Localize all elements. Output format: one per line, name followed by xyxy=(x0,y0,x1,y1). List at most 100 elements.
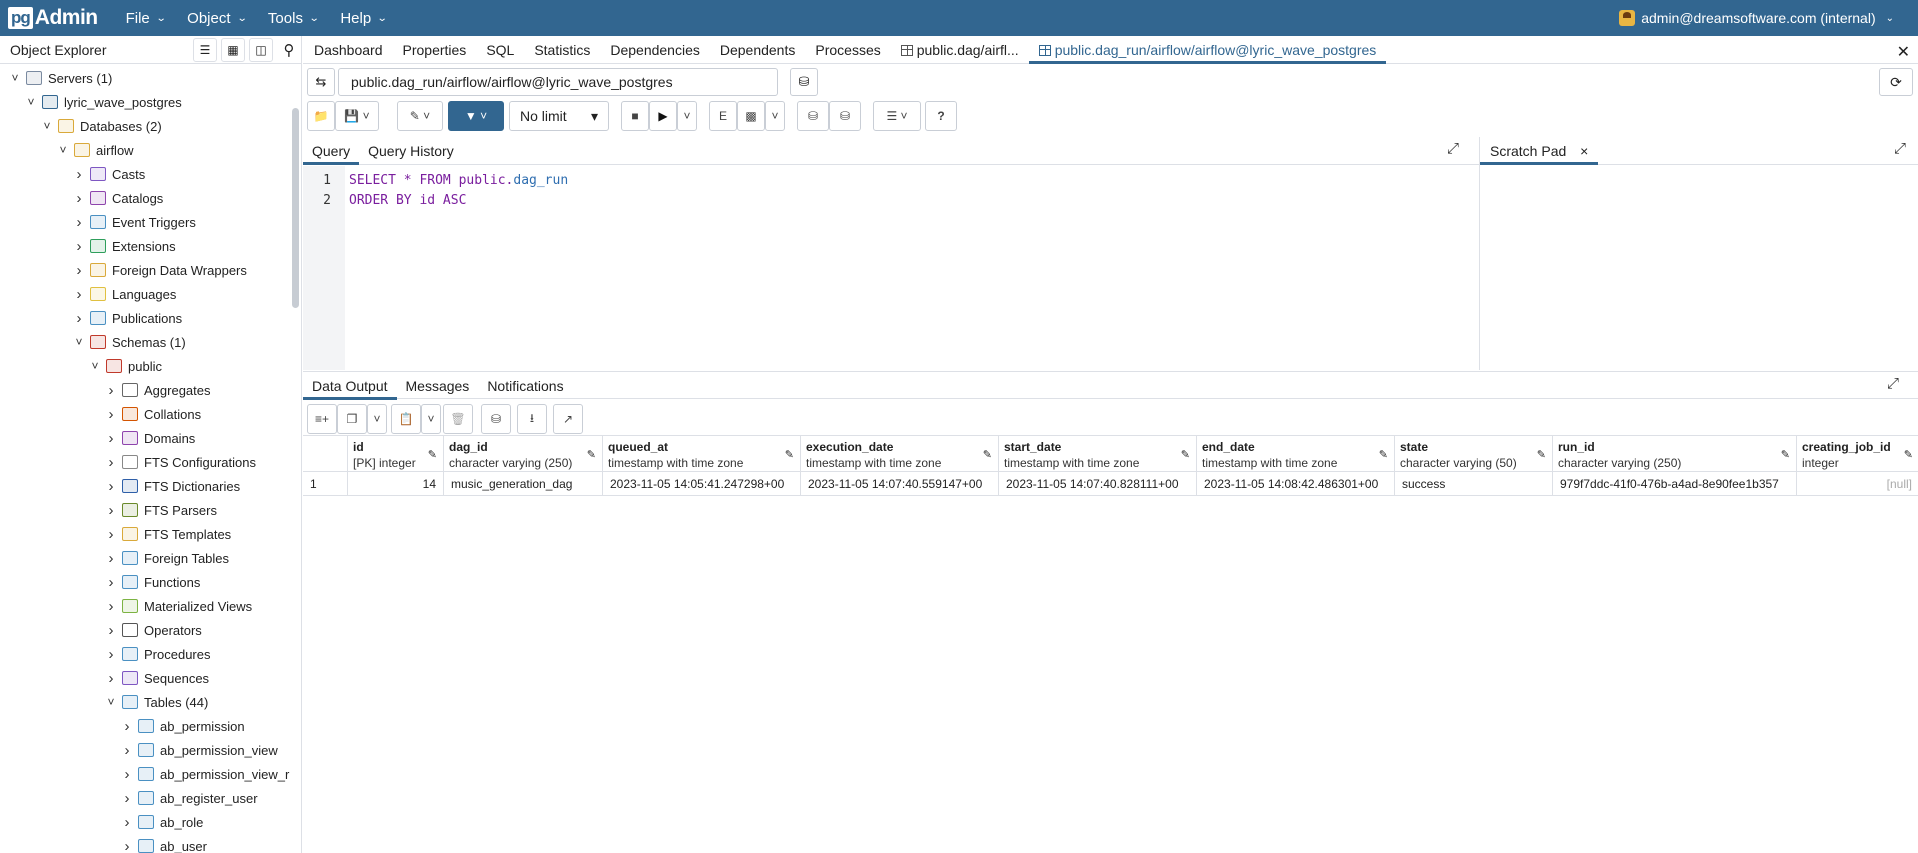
refresh-icon[interactable]: ⟳ xyxy=(1879,68,1913,96)
column-header-end_date[interactable]: end_date timestamp with time zone ✎ xyxy=(1197,435,1395,472)
tree-item[interactable]: › Catalogs xyxy=(72,186,164,210)
chevron-right-icon[interactable]: › xyxy=(120,838,134,853)
paste-options-icon[interactable]: ˅ xyxy=(421,404,441,434)
explain-options-icon[interactable]: ˅ xyxy=(765,101,785,131)
cell-run_id[interactable]: 979f7ddc-41f0-476b-a4ad-8e90fee1b357 xyxy=(1553,472,1797,496)
tree-item[interactable]: › FTS Templates xyxy=(104,522,232,546)
chevron-down-icon[interactable]: ˅ xyxy=(24,95,38,109)
cell-id[interactable]: 14 xyxy=(348,472,444,496)
chevron-right-icon[interactable]: › xyxy=(120,766,134,783)
chevron-right-icon[interactable]: › xyxy=(120,718,134,735)
tree-item[interactable]: › ab_user xyxy=(120,834,207,853)
tree-item[interactable]: › Functions xyxy=(104,570,201,594)
expand-editor-icon[interactable]: ⤢ xyxy=(1447,140,1459,157)
chevron-right-icon[interactable]: › xyxy=(72,262,86,279)
sidebar-scrollbar[interactable] xyxy=(292,108,299,308)
paste-icon[interactable]: 📋 xyxy=(391,404,421,434)
chevron-right-icon[interactable]: › xyxy=(120,814,134,831)
cell-creating_job_id[interactable]: [null] xyxy=(1797,472,1918,496)
tree-item[interactable]: ˅ airflow xyxy=(56,138,133,162)
tree-item[interactable]: › ab_role xyxy=(120,810,204,834)
chevron-right-icon[interactable]: › xyxy=(104,550,118,567)
commit-icon[interactable]: ⛁ xyxy=(797,101,829,131)
tab-dag-view[interactable]: public.dag/airfl... xyxy=(891,36,1029,64)
chevron-right-icon[interactable]: › xyxy=(72,310,86,327)
chevron-right-icon[interactable]: › xyxy=(104,646,118,663)
chevron-right-icon[interactable]: › xyxy=(104,622,118,639)
row-number[interactable]: 1 xyxy=(303,472,348,496)
chevron-right-icon[interactable]: › xyxy=(104,526,118,543)
chevron-right-icon[interactable]: › xyxy=(72,166,86,183)
close-tab-icon[interactable]: ✕ xyxy=(1897,42,1910,62)
graph-icon[interactable]: ↗ xyxy=(553,404,583,434)
help-icon[interactable]: ? xyxy=(925,101,957,131)
stop-icon[interactable]: ■ xyxy=(621,101,649,131)
save-data-icon[interactable]: ⛁ xyxy=(481,404,511,434)
chevron-right-icon[interactable]: › xyxy=(104,382,118,399)
column-header-queued_at[interactable]: queued_at timestamp with time zone ✎ xyxy=(603,435,801,472)
user-menu[interactable]: admin@dreamsoftware.com (internal) ⌄ xyxy=(1619,0,1894,36)
menu-file[interactable]: File ⌄ xyxy=(126,10,167,27)
view-data-icon[interactable]: ▦ xyxy=(221,37,245,62)
add-row-icon[interactable]: ≡+ xyxy=(307,404,337,434)
column-header-creating_job_id[interactable]: creating_job_id integer ✎ xyxy=(1797,435,1918,472)
tree-item[interactable]: ˅ Tables (44) xyxy=(104,690,208,714)
cell-execution_date[interactable]: 2023-11-05 14:07:40.559147+00 xyxy=(801,472,999,496)
chevron-down-icon[interactable]: ˅ xyxy=(104,695,118,709)
pencil-icon[interactable]: ✎ xyxy=(1181,448,1190,461)
tree-item[interactable]: ˅ Databases (2) xyxy=(40,114,161,138)
chevron-right-icon[interactable]: › xyxy=(104,406,118,423)
query-tool-icon[interactable]: ☰ xyxy=(193,37,217,62)
tree-item[interactable]: › FTS Configurations xyxy=(104,450,257,474)
menu-help[interactable]: Help ⌄ xyxy=(340,10,388,27)
sql-editor[interactable]: 1 2 SELECT * FROM public.dag_run ORDER B… xyxy=(303,166,1479,370)
tree-item[interactable]: › ab_permission_view xyxy=(120,738,278,762)
copy-icon[interactable]: ❐ xyxy=(337,404,367,434)
cell-queued_at[interactable]: 2023-11-05 14:05:41.247298+00 xyxy=(603,472,801,496)
chevron-down-icon[interactable]: ˅ xyxy=(8,71,22,85)
pencil-icon[interactable]: ✎ xyxy=(1904,448,1913,461)
tree-item[interactable]: › Foreign Tables xyxy=(104,546,230,570)
tab-dependencies[interactable]: Dependencies xyxy=(600,36,710,64)
tree-item[interactable]: › Publications xyxy=(72,306,183,330)
chevron-right-icon[interactable]: › xyxy=(104,454,118,471)
chevron-down-icon[interactable]: ˅ xyxy=(88,359,102,373)
tree-item[interactable]: › Collations xyxy=(104,402,202,426)
open-file-icon[interactable]: 📁 xyxy=(307,101,335,131)
copy-options-icon[interactable]: ˅ xyxy=(367,404,387,434)
macros-icon[interactable]: ☰ ˅ xyxy=(873,101,921,131)
download-icon[interactable]: ⭳ xyxy=(517,404,547,434)
tab-dependents[interactable]: Dependents xyxy=(710,36,806,64)
pencil-icon[interactable]: ✎ xyxy=(587,448,596,461)
tree-item[interactable]: › Materialized Views xyxy=(104,594,253,618)
pencil-icon[interactable]: ✎ xyxy=(785,448,794,461)
row-number-header[interactable] xyxy=(303,435,348,472)
tree-item[interactable]: › ab_permission xyxy=(120,714,245,738)
tree-item[interactable]: › FTS Parsers xyxy=(104,498,217,522)
tree-item[interactable]: › Event Triggers xyxy=(72,210,196,234)
delete-icon[interactable]: 🗑 xyxy=(443,404,473,434)
filtered-rows-icon[interactable]: ◫ xyxy=(249,37,273,62)
tab-query[interactable]: Query xyxy=(303,137,360,165)
column-header-dag_id[interactable]: dag_id character varying (250) ✎ xyxy=(444,435,603,472)
tab-processes[interactable]: Processes xyxy=(805,36,890,64)
pencil-icon[interactable]: ✎ xyxy=(428,448,437,461)
chevron-right-icon[interactable]: › xyxy=(72,238,86,255)
tree-item[interactable]: › Procedures xyxy=(104,642,211,666)
chevron-right-icon[interactable]: › xyxy=(72,286,86,303)
tree-item[interactable]: › ab_permission_view_r xyxy=(120,762,290,786)
rollback-icon[interactable]: ⛁ xyxy=(829,101,861,131)
pencil-icon[interactable]: ✎ xyxy=(1537,448,1546,461)
tree-item[interactable]: › Extensions xyxy=(72,234,176,258)
row-limit-select[interactable]: No limit ▾ xyxy=(509,101,609,131)
chevron-right-icon[interactable]: › xyxy=(104,478,118,495)
tree-item[interactable]: › FTS Dictionaries xyxy=(104,474,241,498)
cell-dag_id[interactable]: music_generation_dag xyxy=(444,472,603,496)
tree-item[interactable]: › Casts xyxy=(72,162,146,186)
cell-start_date[interactable]: 2023-11-05 14:07:40.828111+00 xyxy=(999,472,1197,496)
edit-icon[interactable]: ✎ ˅ xyxy=(397,101,443,131)
tree-item[interactable]: › Languages xyxy=(72,282,177,306)
chevron-right-icon[interactable]: › xyxy=(104,430,118,447)
tree-item[interactable]: ˅ public xyxy=(88,354,161,378)
tree-item[interactable]: ˅ Schemas (1) xyxy=(72,330,185,354)
